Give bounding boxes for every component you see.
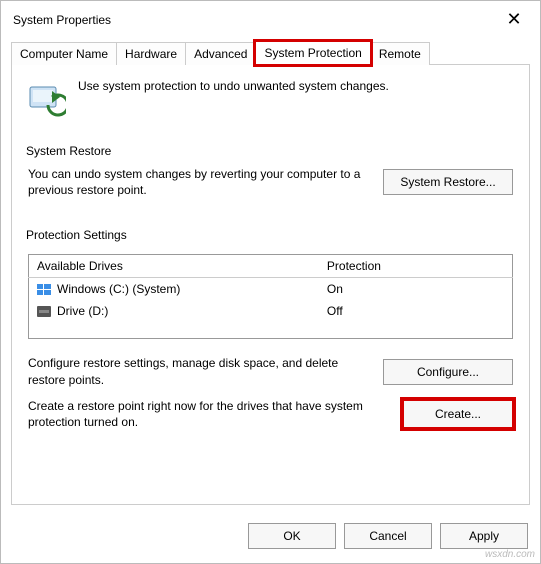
tab-advanced[interactable]: Advanced xyxy=(185,42,256,65)
ok-button[interactable]: OK xyxy=(248,523,336,549)
tab-hardware[interactable]: Hardware xyxy=(116,42,186,65)
tabstrip: Computer Name Hardware Advanced System P… xyxy=(1,40,540,64)
window-title: System Properties xyxy=(13,13,111,27)
drive-name: Drive (D:) xyxy=(57,304,108,318)
system-properties-dialog: System Properties ✕ Computer Name Hardwa… xyxy=(0,0,541,564)
hdd-drive-icon xyxy=(37,306,51,317)
col-available-drives: Available Drives xyxy=(29,255,319,278)
intro-text: Use system protection to undo unwanted s… xyxy=(78,79,389,93)
restore-description: You can undo system changes by reverting… xyxy=(28,166,365,198)
intro-section: Use system protection to undo unwanted s… xyxy=(26,79,515,122)
tab-panel-system-protection: Use system protection to undo unwanted s… xyxy=(11,64,530,505)
table-row[interactable]: Windows (C:) (System) On xyxy=(29,278,513,301)
tab-system-protection[interactable]: System Protection xyxy=(255,41,370,65)
titlebar: System Properties ✕ xyxy=(1,1,540,34)
system-protection-icon xyxy=(26,79,66,122)
tab-computer-name[interactable]: Computer Name xyxy=(11,42,117,65)
drives-table: Available Drives Protection Windows (C:)… xyxy=(28,254,513,339)
configure-description: Configure restore settings, manage disk … xyxy=(28,355,365,387)
cancel-button[interactable]: Cancel xyxy=(344,523,432,549)
windows-drive-icon xyxy=(37,284,51,295)
system-restore-group: System Restore You can undo system chang… xyxy=(26,144,515,210)
configure-button[interactable]: Configure... xyxy=(383,359,513,385)
group-label: System Restore xyxy=(26,144,117,158)
apply-button[interactable]: Apply xyxy=(440,523,528,549)
dialog-buttons: OK Cancel Apply xyxy=(1,515,540,563)
drive-name: Windows (C:) (System) xyxy=(57,282,180,296)
create-description: Create a restore point right now for the… xyxy=(28,398,385,430)
drive-protection: On xyxy=(319,278,513,301)
close-icon[interactable]: ✕ xyxy=(500,9,528,30)
col-protection: Protection xyxy=(319,255,513,278)
group-label: Protection Settings xyxy=(26,228,133,242)
create-button[interactable]: Create... xyxy=(403,400,513,428)
drive-protection: Off xyxy=(319,300,513,339)
table-row[interactable]: Drive (D:) Off xyxy=(29,300,513,339)
tab-remote[interactable]: Remote xyxy=(370,42,430,65)
protection-settings-group: Protection Settings Available Drives Pro… xyxy=(26,228,515,442)
system-restore-button[interactable]: System Restore... xyxy=(383,169,513,195)
